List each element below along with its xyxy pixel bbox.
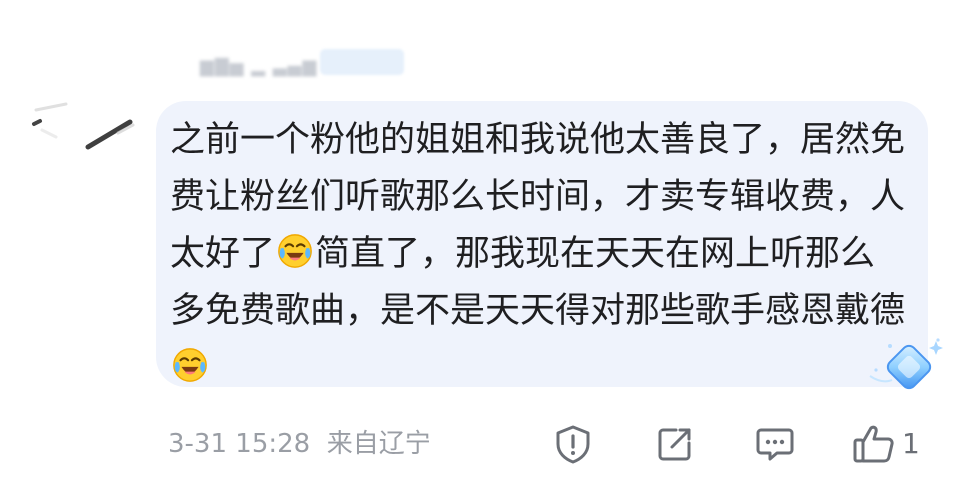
username-blurred[interactable]: ▆▇▅ ▂ ▃▄▆	[200, 52, 410, 82]
diamond-badge-icon	[869, 338, 943, 390]
comment-text: 之前一个粉他的姐姐和我说他太善良了，居然免费让粉丝们听歌那么长时间，才卖专辑收费…	[170, 112, 910, 397]
like-button[interactable]	[850, 420, 898, 468]
comment-icon	[756, 428, 794, 461]
comment-location: 来自辽宁	[326, 429, 431, 459]
comment-screen: ▆▇▅ ▂ ▃▄▆ 之前一个粉他的姐姐和我说他太善良了，居然免费让粉丝们听歌那么…	[0, 0, 960, 499]
laugh-cry-emoji	[278, 234, 312, 268]
comment-datetime: 3-31 15:28	[168, 429, 311, 459]
shield-alert-icon	[556, 425, 590, 464]
report-button[interactable]	[550, 420, 596, 468]
laugh-cry-emoji	[173, 348, 207, 382]
like-count: 1	[902, 427, 920, 460]
comment-meta: 3-31 15:28 来自辽宁	[168, 420, 431, 468]
avatar[interactable]	[26, 92, 138, 158]
reply-button[interactable]	[752, 420, 798, 468]
thumbs-up-icon	[853, 425, 894, 463]
share-button[interactable]	[652, 420, 698, 468]
share-edit-icon	[658, 428, 691, 461]
